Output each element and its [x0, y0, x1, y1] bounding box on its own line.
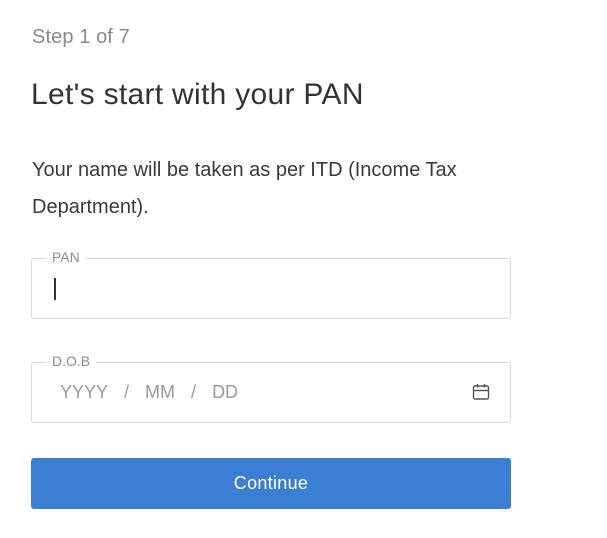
dob-year-placeholder: YYYY	[60, 382, 109, 402]
calendar-icon[interactable]	[472, 383, 490, 401]
dob-field-label: D.O.B	[46, 353, 97, 369]
dob-field[interactable]: D.O.B YYYY / MM / DD	[31, 353, 511, 423]
dob-day-placeholder: DD	[212, 382, 239, 402]
continue-button[interactable]: Continue	[31, 458, 511, 509]
pan-field-label: PAN	[46, 249, 86, 265]
dob-month-placeholder: MM	[145, 382, 176, 402]
pan-field[interactable]: PAN	[31, 249, 511, 319]
page-title: Let's start with your PAN	[31, 78, 364, 111]
page-description: Your name will be taken as per ITD (Inco…	[32, 159, 457, 218]
date-separator: /	[191, 382, 197, 402]
pan-input[interactable]	[58, 271, 498, 307]
dob-placeholder[interactable]: YYYY / MM / DD	[60, 382, 238, 403]
date-separator: /	[124, 382, 130, 402]
step-indicator: Step 1 of 7	[32, 26, 130, 48]
text-cursor	[54, 278, 56, 300]
